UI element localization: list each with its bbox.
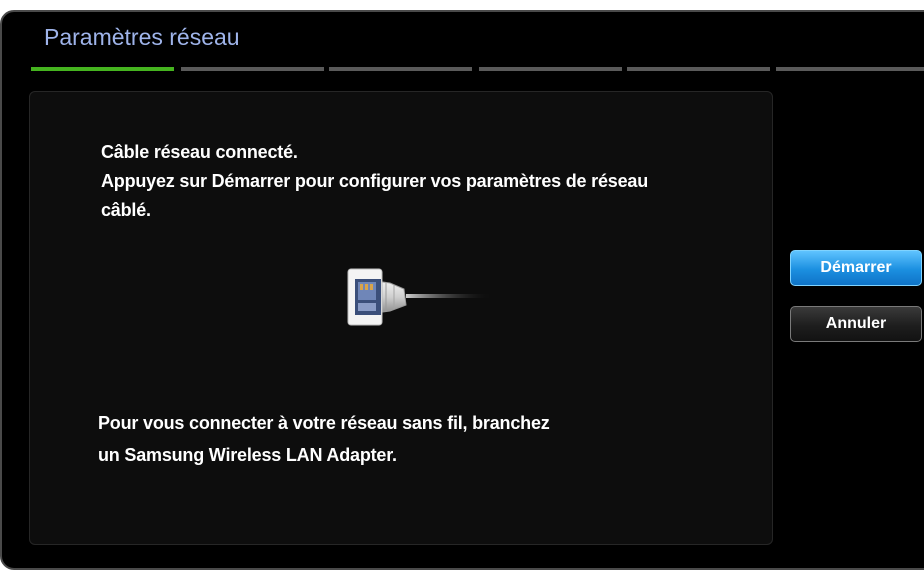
message-line: Appuyez sur Démarrer pour configurer vos… [101, 171, 648, 191]
progress-steps [31, 67, 924, 71]
progress-step-3 [329, 67, 472, 71]
dialog-title: Paramètres réseau [44, 24, 240, 50]
start-button[interactable]: Démarrer [790, 250, 922, 286]
progress-step-1 [31, 67, 174, 71]
progress-step-2 [181, 67, 324, 71]
progress-step-4 [479, 67, 622, 71]
progress-step-5 [627, 67, 770, 71]
note-line: un Samsung Wireless LAN Adapter. [98, 445, 397, 465]
ethernet-cable-icon [347, 268, 496, 326]
connection-message: Câble réseau connecté. Appuyez sur Démar… [101, 138, 761, 225]
cancel-button[interactable]: Annuler [790, 306, 922, 342]
note-line: Pour vous connecter à votre réseau sans … [98, 413, 550, 433]
wireless-adapter-note: Pour vous connecter à votre réseau sans … [98, 407, 718, 471]
message-line: Câble réseau connecté. [101, 142, 298, 162]
progress-step-6 [776, 67, 924, 71]
message-line: câblé. [101, 200, 151, 220]
